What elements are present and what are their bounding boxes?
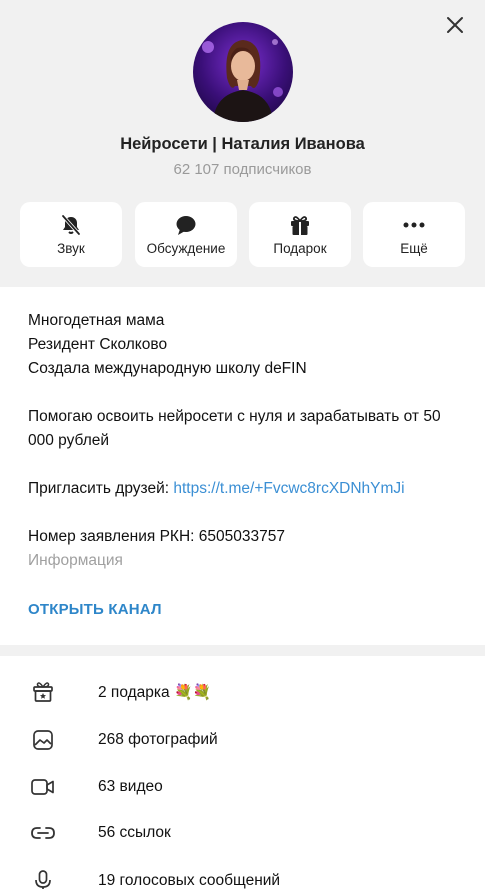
invite-link[interactable]: https://t.me/+Fvcwc8rcXDNhYmJi [173, 480, 404, 497]
section-divider [0, 645, 485, 656]
invite-line: Пригласить друзей: https://t.me/+Fvcwc8r… [28, 477, 468, 501]
video-icon [31, 779, 54, 795]
microphone-icon [35, 870, 51, 889]
bell-off-icon [61, 214, 81, 236]
discussion-button[interactable]: Обсуждение [135, 202, 237, 267]
channel-title: Нейросети | Наталия Иванова [120, 135, 365, 153]
gift-label: Подарок [273, 241, 327, 256]
description-line: Многодетная мама [28, 312, 165, 329]
action-bar: Звук Обсуждение Подарок Ещё [20, 202, 466, 267]
chat-bubble-icon [176, 216, 196, 235]
more-button[interactable]: Ещё [363, 202, 465, 267]
description-line: Помогаю освоить нейросети с нуля и зараб… [28, 408, 441, 449]
media-row-gifts[interactable]: 2 подарка 💐💐 [0, 669, 485, 715]
description-line: Создала международную школу deFIN [28, 360, 307, 377]
link-icon [31, 827, 55, 839]
gift-button[interactable]: Подарок [249, 202, 351, 267]
channel-header: Нейросети | Наталия Иванова 62 107 подпи… [0, 0, 485, 287]
channel-description: Многодетная мама Резидент Сколково Созда… [28, 309, 468, 573]
invite-prefix: Пригласить друзей: [28, 480, 174, 497]
media-label-videos: 63 видео [98, 778, 163, 795]
mute-label: Звук [57, 241, 85, 256]
media-row-videos[interactable]: 63 видео [0, 764, 485, 810]
gift-star-icon [33, 682, 53, 702]
more-dots-icon [403, 222, 425, 228]
channel-avatar[interactable] [193, 22, 293, 122]
gift-icon [291, 216, 309, 235]
info-label: Информация [28, 552, 123, 569]
subscriber-count: 62 107 подписчиков [173, 161, 312, 178]
media-label-voice: 19 голосовых сообщений [98, 872, 281, 889]
discussion-label: Обсуждение [146, 241, 226, 256]
close-icon [447, 17, 463, 33]
media-row-photos[interactable]: 268 фотографий [0, 717, 485, 763]
bouquet-emoji: 💐💐 [173, 683, 212, 701]
media-label-photos: 268 фотографий [98, 731, 218, 748]
media-label-links: 56 ссылок [98, 824, 171, 841]
photo-icon [33, 730, 53, 750]
close-button[interactable] [440, 10, 470, 40]
gift-count: 2 подарка [98, 683, 170, 701]
media-label-gifts: 2 подарка 💐💐 [98, 683, 211, 702]
description-line: Резидент Сколково [28, 336, 168, 353]
rkn-number: Номер заявления РКН: 6505033757 [28, 528, 285, 545]
media-row-links[interactable]: 56 ссылок [0, 810, 485, 856]
open-channel-button[interactable]: ОТКРЫТЬ КАНАЛ [28, 601, 162, 618]
media-row-voice[interactable]: 19 голосовых сообщений [0, 858, 485, 889]
mute-button[interactable]: Звук [20, 202, 122, 267]
more-label: Ещё [400, 241, 428, 256]
